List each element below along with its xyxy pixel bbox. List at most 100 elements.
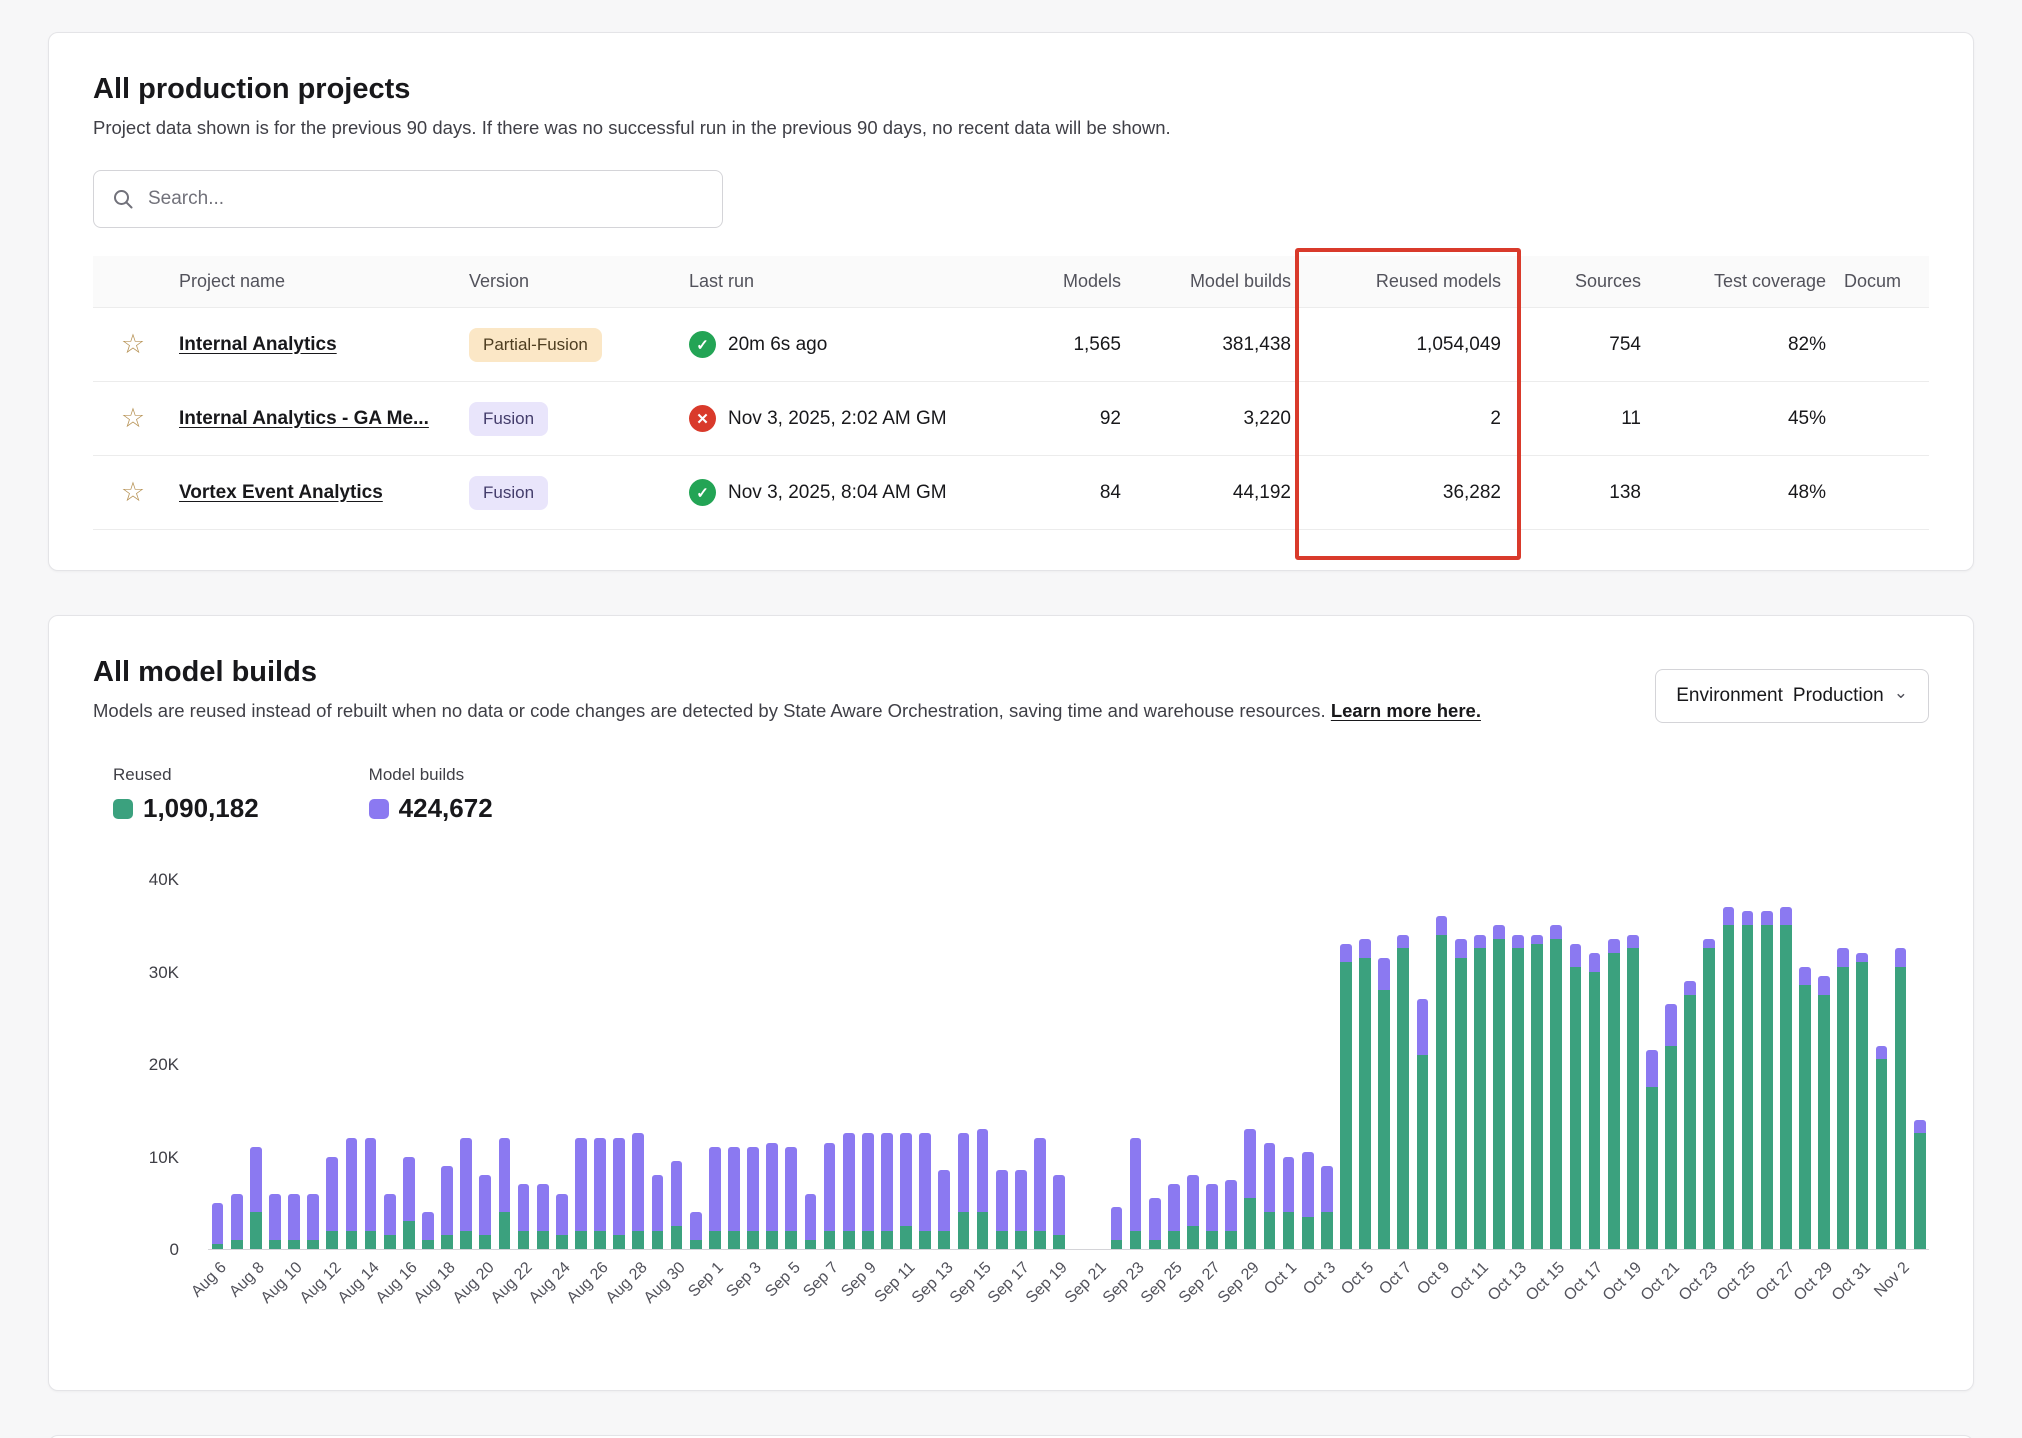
bar-slot[interactable] [1336, 880, 1355, 1249]
bar-slot[interactable]: Sep 29 [1241, 880, 1260, 1249]
bar-slot[interactable] [342, 880, 361, 1249]
bar-slot[interactable] [1107, 880, 1126, 1249]
bar-slot[interactable] [1413, 880, 1432, 1249]
bar-slot[interactable]: Sep 19 [1050, 880, 1069, 1249]
favorite-star-button[interactable]: ☆ [121, 405, 145, 432]
bar-slot[interactable]: Oct 31 [1853, 880, 1872, 1249]
bar-slot[interactable] [1566, 880, 1585, 1249]
bar-slot[interactable]: Sep 23 [1126, 880, 1145, 1249]
favorite-star-button[interactable]: ☆ [121, 479, 145, 506]
bar-slot[interactable] [495, 880, 514, 1249]
bar-slot[interactable]: Oct 27 [1776, 880, 1795, 1249]
bar-slot[interactable]: Oct 5 [1356, 880, 1375, 1249]
model-builds-bar-segment [326, 1157, 338, 1231]
bar-slot[interactable]: Oct 29 [1815, 880, 1834, 1249]
bar-slot[interactable]: Oct 7 [1394, 880, 1413, 1249]
bar-slot[interactable] [954, 880, 973, 1249]
bar-slot[interactable] [648, 880, 667, 1249]
bar-slot[interactable] [1757, 880, 1776, 1249]
bar-slot[interactable] [686, 880, 705, 1249]
bar-slot[interactable] [724, 880, 743, 1249]
bar-slot[interactable]: Oct 13 [1509, 880, 1528, 1249]
favorite-star-button[interactable]: ☆ [121, 331, 145, 358]
bar-slot[interactable]: Oct 1 [1279, 880, 1298, 1249]
bar-slot[interactable]: Sep 1 [705, 880, 724, 1249]
bar-slot[interactable] [227, 880, 246, 1249]
bar-slot[interactable] [1681, 880, 1700, 1249]
bar-slot[interactable]: Oct 17 [1585, 880, 1604, 1249]
bar-slot[interactable]: Oct 3 [1317, 880, 1336, 1249]
search-input[interactable] [148, 188, 704, 210]
bar-slot[interactable] [1795, 880, 1814, 1249]
bar-slot[interactable]: Aug 10 [285, 880, 304, 1249]
bar-slot[interactable]: Sep 3 [744, 880, 763, 1249]
bar-slot[interactable] [1222, 880, 1241, 1249]
bar-slot[interactable]: Sep 25 [1164, 880, 1183, 1249]
bar-slot[interactable]: Sep 9 [858, 880, 877, 1249]
bar-slot[interactable] [1719, 880, 1738, 1249]
bar-slot[interactable]: Sep 15 [973, 880, 992, 1249]
bar-slot[interactable]: Sep 7 [820, 880, 839, 1249]
bar-slot[interactable] [265, 880, 284, 1249]
bar-slot[interactable] [1528, 880, 1547, 1249]
environment-dropdown[interactable]: Environment Production ⌄ [1655, 669, 1929, 723]
bar-slot[interactable]: Aug 6 [208, 880, 227, 1249]
bar-slot[interactable] [1260, 880, 1279, 1249]
bar-slot[interactable]: Sep 17 [1011, 880, 1030, 1249]
bar-slot[interactable]: Aug 20 [476, 880, 495, 1249]
bar-slot[interactable] [801, 880, 820, 1249]
bar-slot[interactable]: Oct 15 [1547, 880, 1566, 1249]
bar-slot[interactable] [1451, 880, 1470, 1249]
bar-slot[interactable] [1489, 880, 1508, 1249]
bar-slot[interactable] [533, 880, 552, 1249]
bar-slot[interactable] [380, 880, 399, 1249]
bar-slot[interactable] [1910, 880, 1929, 1249]
bar-slot[interactable] [1642, 880, 1661, 1249]
bar-slot[interactable]: Aug 8 [246, 880, 265, 1249]
project-name-link[interactable]: Internal Analytics [179, 334, 337, 355]
bar-slot[interactable]: Sep 11 [897, 880, 916, 1249]
bar-slot[interactable]: Aug 14 [361, 880, 380, 1249]
bar-slot[interactable] [1183, 880, 1202, 1249]
bar-slot[interactable]: Aug 26 [591, 880, 610, 1249]
bar-slot[interactable]: Aug 16 [399, 880, 418, 1249]
bar-slot[interactable] [1069, 880, 1088, 1249]
bar-slot[interactable] [1375, 880, 1394, 1249]
bar-slot[interactable] [1872, 880, 1891, 1249]
bar-slot[interactable]: Oct 25 [1738, 880, 1757, 1249]
bar-slot[interactable]: Oct 23 [1700, 880, 1719, 1249]
project-name-link[interactable]: Internal Analytics - GA Me... [179, 408, 429, 429]
bar-slot[interactable]: Aug 12 [323, 880, 342, 1249]
bar-slot[interactable] [1834, 880, 1853, 1249]
bar-slot[interactable]: Sep 21 [1088, 880, 1107, 1249]
bar-slot[interactable] [877, 880, 896, 1249]
bar-slot[interactable]: Nov 2 [1891, 880, 1910, 1249]
bar-slot[interactable] [1145, 880, 1164, 1249]
bar-slot[interactable] [992, 880, 1011, 1249]
bar-slot[interactable]: Aug 30 [667, 880, 686, 1249]
bar-slot[interactable] [457, 880, 476, 1249]
bar-slot[interactable] [1298, 880, 1317, 1249]
bar-slot[interactable]: Oct 21 [1662, 880, 1681, 1249]
bar-slot[interactable]: Sep 27 [1203, 880, 1222, 1249]
bar-slot[interactable]: Aug 22 [514, 880, 533, 1249]
bar-slot[interactable] [418, 880, 437, 1249]
bar-slot[interactable]: Aug 18 [438, 880, 457, 1249]
bar-slot[interactable] [916, 880, 935, 1249]
bar-slot[interactable]: Oct 11 [1470, 880, 1489, 1249]
bar-slot[interactable]: Sep 13 [935, 880, 954, 1249]
learn-more-link[interactable]: Learn more here. [1331, 700, 1481, 721]
bar-slot[interactable]: Aug 28 [629, 880, 648, 1249]
bar-slot[interactable]: Oct 19 [1623, 880, 1642, 1249]
bar-slot[interactable] [1604, 880, 1623, 1249]
bar-slot[interactable]: Aug 24 [552, 880, 571, 1249]
bar-slot[interactable]: Sep 5 [782, 880, 801, 1249]
bar-slot[interactable] [571, 880, 590, 1249]
project-name-link[interactable]: Vortex Event Analytics [179, 482, 383, 503]
bar-slot[interactable] [1030, 880, 1049, 1249]
bar-slot[interactable] [304, 880, 323, 1249]
bar-slot[interactable] [839, 880, 858, 1249]
bar-slot[interactable]: Oct 9 [1432, 880, 1451, 1249]
bar-slot[interactable] [763, 880, 782, 1249]
bar-slot[interactable] [610, 880, 629, 1249]
